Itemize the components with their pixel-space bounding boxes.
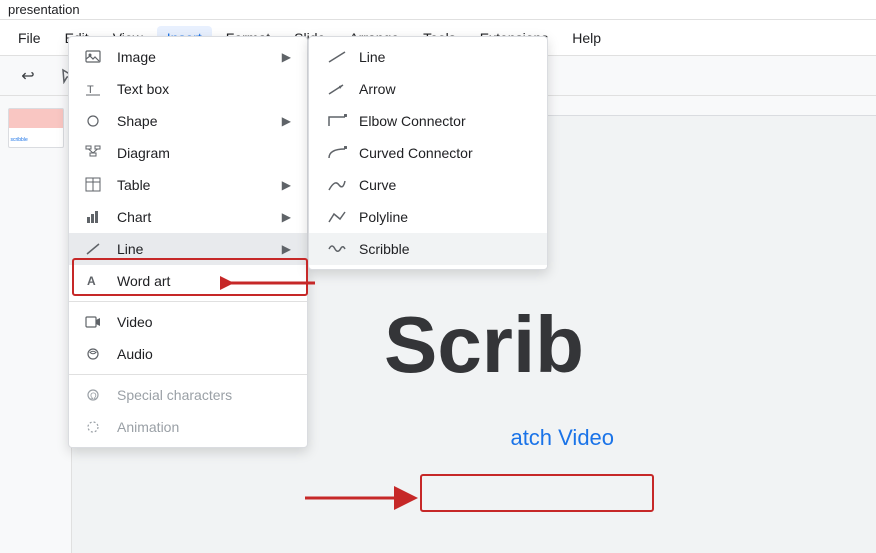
arrow-sub-icon xyxy=(325,81,349,97)
insert-diagram[interactable]: Diagram xyxy=(69,137,307,169)
chart-arrow: ▶ xyxy=(282,210,291,224)
line-submenu-arrow[interactable]: Arrow xyxy=(309,73,547,105)
watch-video-text: atch Video xyxy=(510,425,614,450)
presentation-title: presentation xyxy=(8,2,80,17)
video-icon xyxy=(85,314,105,330)
svg-text:Ω: Ω xyxy=(90,391,97,401)
line-sub-icon xyxy=(325,49,349,65)
insert-wordart-label: Word art xyxy=(117,273,170,289)
slide-big-text: Scrib xyxy=(384,300,584,389)
insert-dropdown: Image ▶ T Text box Shape ▶ Diagram Table… xyxy=(68,36,308,448)
polyline-sub-icon xyxy=(325,209,349,225)
image-icon xyxy=(85,49,105,65)
insert-line-label: Line xyxy=(117,241,143,257)
insert-line[interactable]: Line ▶ xyxy=(69,233,307,265)
elbow-sub-icon xyxy=(325,113,349,129)
line-submenu-polyline[interactable]: Polyline xyxy=(309,201,547,233)
insert-special-chars[interactable]: Ω Special characters xyxy=(69,379,307,411)
insert-textbox-label: Text box xyxy=(117,81,169,97)
menu-divider-2 xyxy=(69,374,307,375)
line-submenu-line[interactable]: Line xyxy=(309,41,547,73)
table-arrow: ▶ xyxy=(282,178,291,192)
line-submenu-elbow[interactable]: Elbow Connector xyxy=(309,105,547,137)
curved-connector-sub-icon xyxy=(325,145,349,161)
insert-table-label: Table xyxy=(117,177,150,193)
line-submenu-elbow-label: Elbow Connector xyxy=(359,113,466,129)
line-submenu-curve[interactable]: Curve xyxy=(309,169,547,201)
line-submenu: Line Arrow Elbow Connector Curved Connec… xyxy=(308,36,548,270)
scribble-sub-icon xyxy=(325,241,349,257)
menu-file[interactable]: File xyxy=(8,26,51,50)
line-submenu-line-label: Line xyxy=(359,49,385,65)
line-icon xyxy=(85,241,105,257)
line-arrow: ▶ xyxy=(282,242,291,256)
image-arrow: ▶ xyxy=(282,50,291,64)
insert-special-chars-label: Special characters xyxy=(117,387,232,403)
insert-audio-label: Audio xyxy=(117,346,153,362)
special-chars-icon: Ω xyxy=(85,387,105,403)
line-submenu-scribble-label: Scribble xyxy=(359,241,410,257)
insert-chart[interactable]: Chart ▶ xyxy=(69,201,307,233)
line-submenu-scribble[interactable]: Scribble xyxy=(309,233,547,265)
insert-animation[interactable]: Animation xyxy=(69,411,307,443)
insert-wordart[interactable]: A Word art xyxy=(69,265,307,297)
insert-video[interactable]: Video xyxy=(69,306,307,338)
insert-image[interactable]: Image ▶ xyxy=(69,41,307,73)
shape-arrow: ▶ xyxy=(282,114,291,128)
insert-image-label: Image xyxy=(117,49,156,65)
insert-shape-label: Shape xyxy=(117,113,157,129)
slide-label-1: scribble xyxy=(11,137,28,143)
svg-text:T: T xyxy=(87,84,94,96)
line-submenu-curved-connector[interactable]: Curved Connector xyxy=(309,137,547,169)
title-bar: presentation xyxy=(0,0,876,20)
curve-sub-icon xyxy=(325,177,349,193)
undo-button[interactable]: ↩ xyxy=(12,60,44,92)
svg-text:A: A xyxy=(87,274,96,288)
audio-icon xyxy=(85,346,105,362)
shape-icon xyxy=(85,113,105,129)
line-submenu-curved-connector-label: Curved Connector xyxy=(359,145,473,161)
insert-animation-label: Animation xyxy=(117,419,179,435)
line-submenu-curve-label: Curve xyxy=(359,177,396,193)
diagram-icon xyxy=(85,145,105,161)
line-submenu-arrow-label: Arrow xyxy=(359,81,396,97)
line-submenu-polyline-label: Polyline xyxy=(359,209,408,225)
wordart-icon: A xyxy=(85,273,105,289)
slides-panel: scribble xyxy=(0,96,72,553)
chart-icon xyxy=(85,209,105,225)
insert-audio[interactable]: Audio xyxy=(69,338,307,370)
insert-shape[interactable]: Shape ▶ xyxy=(69,105,307,137)
watch-video-link[interactable]: atch Video xyxy=(510,425,614,451)
insert-video-label: Video xyxy=(117,314,153,330)
table-icon xyxy=(85,177,105,193)
menu-help[interactable]: Help xyxy=(562,26,611,50)
textbox-icon: T xyxy=(85,81,105,97)
menu-divider-1 xyxy=(69,301,307,302)
slide-thumb-1[interactable]: scribble xyxy=(8,108,64,148)
insert-diagram-label: Diagram xyxy=(117,145,170,161)
animation-icon xyxy=(85,419,105,435)
insert-table[interactable]: Table ▶ xyxy=(69,169,307,201)
insert-textbox[interactable]: T Text box xyxy=(69,73,307,105)
insert-chart-label: Chart xyxy=(117,209,151,225)
